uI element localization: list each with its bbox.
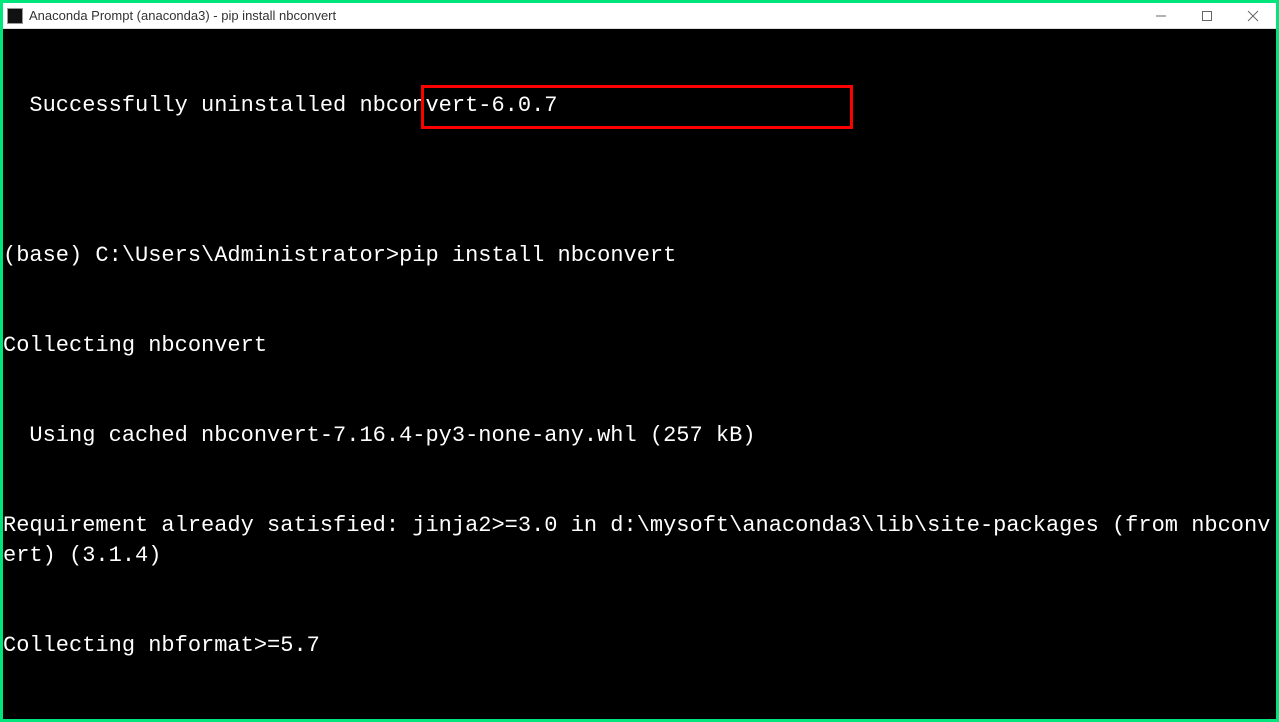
window-controls [1138, 3, 1276, 28]
window-title: Anaconda Prompt (anaconda3) - pip instal… [29, 8, 1138, 23]
prompt-line: (base) C:\Users\Administrator>pip instal… [3, 241, 1276, 271]
output-line: Requirement already satisfied: jinja2>=3… [3, 511, 1276, 571]
prompt-command: pip install nbconvert [399, 243, 676, 268]
output-line: Using cached nbconvert-7.16.4-py3-none-a… [3, 421, 1276, 451]
output-line: Successfully uninstalled nbconvert-6.0.7 [3, 91, 1276, 121]
maximize-icon [1201, 10, 1213, 22]
titlebar[interactable]: Anaconda Prompt (anaconda3) - pip instal… [3, 3, 1276, 29]
terminal-output[interactable]: Successfully uninstalled nbconvert-6.0.7… [3, 29, 1276, 719]
minimize-button[interactable] [1138, 3, 1184, 28]
minimize-icon [1155, 10, 1167, 22]
close-button[interactable] [1230, 3, 1276, 28]
app-window: Anaconda Prompt (anaconda3) - pip instal… [0, 0, 1279, 722]
close-icon [1247, 10, 1259, 22]
output-line: Collecting nbformat>=5.7 [3, 631, 1276, 661]
maximize-button[interactable] [1184, 3, 1230, 28]
prompt-prefix: (base) C:\Users\Administrator> [3, 243, 399, 268]
app-icon [7, 8, 23, 24]
output-line: Collecting nbconvert [3, 331, 1276, 361]
